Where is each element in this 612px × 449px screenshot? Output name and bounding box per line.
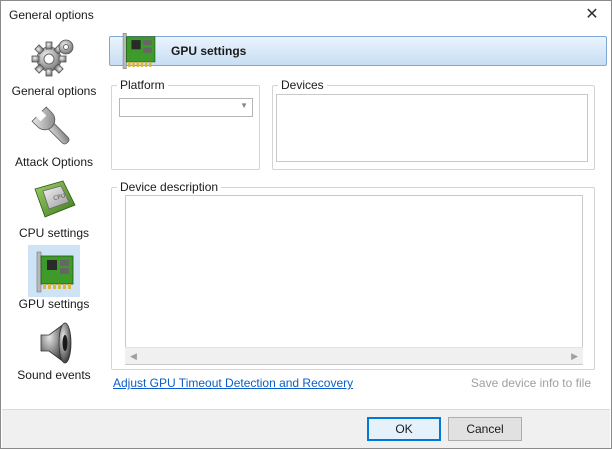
gear-icon: [31, 39, 74, 77]
sidebar-item-label: GPU settings: [18, 297, 90, 311]
sidebar-item-attack-options[interactable]: Attack Options: [5, 102, 103, 172]
sidebar-item-general-options[interactable]: General options: [5, 31, 103, 101]
sidebar-item-label: Sound events: [17, 368, 91, 382]
sidebar-item-label: General options: [11, 84, 97, 98]
sidebar-item-label: Attack Options: [14, 155, 94, 169]
cpu-chip-icon: CPU: [34, 180, 76, 218]
gpu-card-icon: [122, 33, 156, 69]
page-title: GPU settings: [171, 44, 247, 58]
sidebar-item-gpu-settings[interactable]: GPU settings: [5, 244, 103, 314]
horizontal-scrollbar[interactable]: ◀ ▶: [125, 347, 583, 364]
platform-select[interactable]: ▼: [119, 98, 253, 117]
cancel-button[interactable]: Cancel: [448, 417, 522, 441]
scroll-right-icon[interactable]: ▶: [571, 351, 578, 362]
adjust-gpu-timeout-link[interactable]: Adjust GPU Timeout Detection and Recover…: [113, 376, 353, 390]
save-device-info-button[interactable]: Save device info to file: [471, 376, 591, 390]
speaker-icon: [40, 322, 72, 364]
wrench-icon: [31, 106, 70, 145]
window-title: General options: [9, 8, 94, 22]
devices-list[interactable]: [276, 94, 588, 162]
title-bar: General options ✕: [1, 1, 611, 29]
devices-label: Devices: [278, 78, 327, 92]
close-icon[interactable]: ✕: [581, 4, 603, 26]
device-description-label: Device description: [117, 180, 222, 194]
device-description-text[interactable]: [125, 195, 583, 365]
chevron-down-icon: ▼: [240, 101, 248, 110]
sidebar-item-label: CPU settings: [18, 226, 90, 240]
gpu-card-icon: [36, 251, 74, 293]
scroll-left-icon[interactable]: ◀: [130, 351, 137, 362]
options-window: General options ✕ General options Attack…: [0, 0, 612, 449]
platform-label: Platform: [117, 78, 168, 92]
sidebar-item-cpu-settings[interactable]: CPU CPU settings: [5, 173, 103, 243]
ok-button[interactable]: OK: [367, 417, 441, 441]
sidebar-item-sound-events[interactable]: Sound events: [5, 315, 103, 385]
sidebar: General options Attack Options CPU CPU s…: [5, 31, 103, 391]
